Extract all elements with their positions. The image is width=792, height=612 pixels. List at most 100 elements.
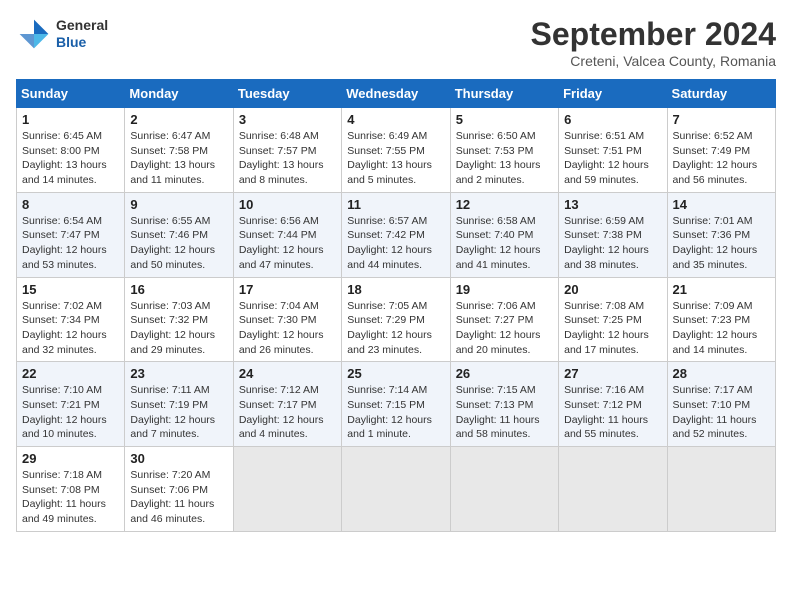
calendar-cell: 13Sunrise: 6:59 AMSunset: 7:38 PMDayligh… [559, 192, 667, 277]
calendar-cell: 23 Sunrise: 7:11 AMSunset: 7:19 PMDayligh… [125, 362, 233, 447]
calendar-week-1: 1 Sunrise: 6:45 AMSunset: 8:00 PMDaylight… [17, 108, 776, 193]
calendar-cell: 14Sunrise: 7:01 AMSunset: 7:36 PMDayligh… [667, 192, 775, 277]
cell-content: Sunrise: 7:09 AMSunset: 7:23 PMDaylight:… [673, 299, 770, 358]
day-number: 21 [673, 282, 770, 297]
calendar-header: SundayMondayTuesdayWednesdayThursdayFrid… [17, 80, 776, 108]
day-number: 8 [22, 197, 119, 212]
cell-content: Sunrise: 7:11 AMSunset: 7:19 PMDaylight:… [130, 383, 227, 442]
column-header-monday: Monday [125, 80, 233, 108]
day-number: 9 [130, 197, 227, 212]
cell-content: Sunrise: 6:52 AMSunset: 7:49 PMDaylight:… [673, 129, 770, 188]
day-number: 29 [22, 451, 119, 466]
day-number: 17 [239, 282, 336, 297]
calendar-cell [667, 447, 775, 532]
cell-content: Sunrise: 7:12 AMSunset: 7:17 PMDaylight:… [239, 383, 336, 442]
cell-content: Sunrise: 7:03 AMSunset: 7:32 PMDaylight:… [130, 299, 227, 358]
calendar-cell: 7 Sunrise: 6:52 AMSunset: 7:49 PMDaylight… [667, 108, 775, 193]
cell-content: Sunrise: 6:45 AMSunset: 8:00 PMDaylight:… [22, 129, 119, 188]
calendar-cell: 16 Sunrise: 7:03 AMSunset: 7:32 PMDayligh… [125, 277, 233, 362]
calendar-subtitle: Creteni, Valcea County, Romania [531, 53, 776, 69]
column-header-friday: Friday [559, 80, 667, 108]
day-number: 5 [456, 112, 553, 127]
calendar-cell: 24 Sunrise: 7:12 AMSunset: 7:17 PMDayligh… [233, 362, 341, 447]
calendar-cell: 21 Sunrise: 7:09 AMSunset: 7:23 PMDayligh… [667, 277, 775, 362]
cell-content: Sunrise: 6:59 AMSunset: 7:38 PMDaylight:… [564, 214, 661, 273]
calendar-cell: 3Sunrise: 6:48 AMSunset: 7:57 PMDaylight… [233, 108, 341, 193]
cell-content: Sunrise: 6:57 AMSunset: 7:42 PMDaylight:… [347, 214, 444, 273]
calendar-table: SundayMondayTuesdayWednesdayThursdayFrid… [16, 79, 776, 532]
day-number: 26 [456, 366, 553, 381]
calendar-cell: 6 Sunrise: 6:51 AMSunset: 7:51 PMDaylight… [559, 108, 667, 193]
cell-content: Sunrise: 7:04 AMSunset: 7:30 PMDaylight:… [239, 299, 336, 358]
day-number: 14 [673, 197, 770, 212]
logo: General Blue [16, 16, 108, 52]
cell-content: Sunrise: 7:15 AMSunset: 7:13 PMDaylight:… [456, 383, 553, 442]
day-number: 30 [130, 451, 227, 466]
calendar-cell: 15 Sunrise: 7:02 AMSunset: 7:34 PMDayligh… [17, 277, 125, 362]
cell-content: Sunrise: 6:51 AMSunset: 7:51 PMDaylight:… [564, 129, 661, 188]
calendar-week-2: 8Sunrise: 6:54 AMSunset: 7:47 PMDaylight… [17, 192, 776, 277]
day-number: 22 [22, 366, 119, 381]
day-number: 4 [347, 112, 444, 127]
day-number: 7 [673, 112, 770, 127]
calendar-cell: 11Sunrise: 6:57 AMSunset: 7:42 PMDayligh… [342, 192, 450, 277]
column-header-thursday: Thursday [450, 80, 558, 108]
logo-blue: Blue [56, 34, 108, 51]
calendar-cell: 22 Sunrise: 7:10 AMSunset: 7:21 PMDayligh… [17, 362, 125, 447]
logo-icon [16, 16, 52, 52]
column-header-saturday: Saturday [667, 80, 775, 108]
day-number: 25 [347, 366, 444, 381]
cell-content: Sunrise: 6:50 AMSunset: 7:53 PMDaylight:… [456, 129, 553, 188]
column-header-tuesday: Tuesday [233, 80, 341, 108]
calendar-cell: 19 Sunrise: 7:06 AMSunset: 7:27 PMDayligh… [450, 277, 558, 362]
calendar-cell: 5 Sunrise: 6:50 AMSunset: 7:53 PMDaylight… [450, 108, 558, 193]
day-number: 16 [130, 282, 227, 297]
day-number: 3 [239, 112, 336, 127]
cell-content: Sunrise: 7:05 AMSunset: 7:29 PMDaylight:… [347, 299, 444, 358]
cell-content: Sunrise: 7:18 AMSunset: 7:08 PMDaylight:… [22, 468, 119, 527]
calendar-cell: 1 Sunrise: 6:45 AMSunset: 8:00 PMDaylight… [17, 108, 125, 193]
calendar-cell [342, 447, 450, 532]
day-number: 6 [564, 112, 661, 127]
day-number: 23 [130, 366, 227, 381]
cell-content: Sunrise: 6:49 AMSunset: 7:55 PMDaylight:… [347, 129, 444, 188]
calendar-cell: 17 Sunrise: 7:04 AMSunset: 7:30 PMDayligh… [233, 277, 341, 362]
cell-content: Sunrise: 7:10 AMSunset: 7:21 PMDaylight:… [22, 383, 119, 442]
day-number: 18 [347, 282, 444, 297]
header-row: SundayMondayTuesdayWednesdayThursdayFrid… [17, 80, 776, 108]
cell-content: Sunrise: 7:14 AMSunset: 7:15 PMDaylight:… [347, 383, 444, 442]
calendar-week-4: 22 Sunrise: 7:10 AMSunset: 7:21 PMDayligh… [17, 362, 776, 447]
calendar-cell: 12 Sunrise: 6:58 AMSunset: 7:40 PMDayligh… [450, 192, 558, 277]
calendar-cell: 20Sunrise: 7:08 AMSunset: 7:25 PMDayligh… [559, 277, 667, 362]
day-number: 15 [22, 282, 119, 297]
calendar-cell [450, 447, 558, 532]
calendar-cell: 26 Sunrise: 7:15 AMSunset: 7:13 PMDayligh… [450, 362, 558, 447]
calendar-title: September 2024 [531, 16, 776, 53]
cell-content: Sunrise: 6:56 AMSunset: 7:44 PMDaylight:… [239, 214, 336, 273]
column-header-wednesday: Wednesday [342, 80, 450, 108]
calendar-cell: 30 Sunrise: 7:20 AMSunset: 7:06 PMDayligh… [125, 447, 233, 532]
cell-content: Sunrise: 7:08 AMSunset: 7:25 PMDaylight:… [564, 299, 661, 358]
calendar-cell: 27Sunrise: 7:16 AMSunset: 7:12 PMDayligh… [559, 362, 667, 447]
cell-content: Sunrise: 6:47 AMSunset: 7:58 PMDaylight:… [130, 129, 227, 188]
cell-content: Sunrise: 7:20 AMSunset: 7:06 PMDaylight:… [130, 468, 227, 527]
calendar-cell [233, 447, 341, 532]
day-number: 12 [456, 197, 553, 212]
calendar-cell: 28Sunrise: 7:17 AMSunset: 7:10 PMDayligh… [667, 362, 775, 447]
day-number: 2 [130, 112, 227, 127]
cell-content: Sunrise: 7:06 AMSunset: 7:27 PMDaylight:… [456, 299, 553, 358]
calendar-cell: 4 Sunrise: 6:49 AMSunset: 7:55 PMDaylight… [342, 108, 450, 193]
day-number: 19 [456, 282, 553, 297]
calendar-cell [559, 447, 667, 532]
day-number: 24 [239, 366, 336, 381]
day-number: 1 [22, 112, 119, 127]
day-number: 27 [564, 366, 661, 381]
calendar-week-5: 29 Sunrise: 7:18 AMSunset: 7:08 PMDayligh… [17, 447, 776, 532]
calendar-cell: 18 Sunrise: 7:05 AMSunset: 7:29 PMDayligh… [342, 277, 450, 362]
cell-content: Sunrise: 6:58 AMSunset: 7:40 PMDaylight:… [456, 214, 553, 273]
logo-text: General Blue [56, 17, 108, 51]
cell-content: Sunrise: 7:02 AMSunset: 7:34 PMDaylight:… [22, 299, 119, 358]
calendar-cell: 8Sunrise: 6:54 AMSunset: 7:47 PMDaylight… [17, 192, 125, 277]
calendar-body: 1 Sunrise: 6:45 AMSunset: 8:00 PMDaylight… [17, 108, 776, 532]
day-number: 10 [239, 197, 336, 212]
